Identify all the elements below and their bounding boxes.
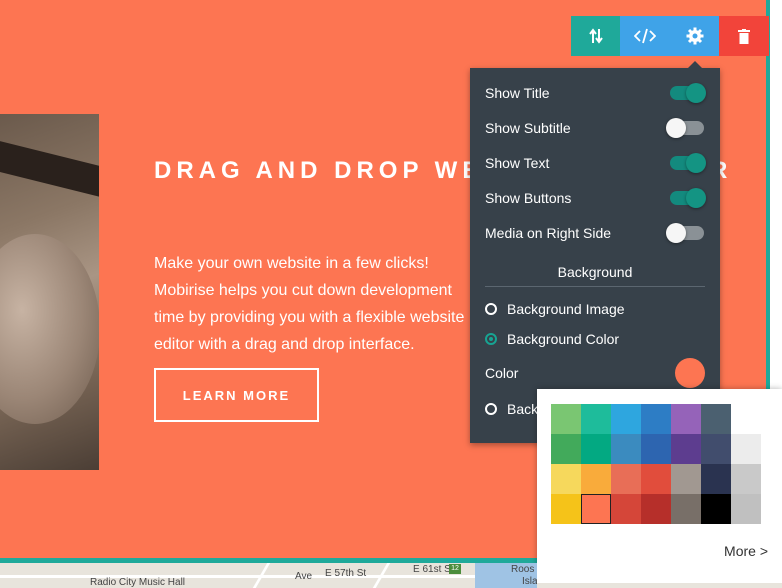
radio-label: Background Color [507, 331, 620, 347]
color-swatch[interactable] [671, 494, 701, 524]
background-heading: Background [485, 264, 705, 287]
toggle-label: Media on Right Side [485, 225, 612, 241]
map-label: Radio City Music Hall [90, 577, 186, 588]
map-label: E 57th St [325, 568, 367, 579]
toggle-label: Show Title [485, 85, 550, 101]
color-swatch[interactable] [671, 404, 701, 434]
color-grid [551, 404, 761, 524]
map-strip-right [537, 583, 782, 588]
toggle-row-media-right: Media on Right Side [485, 223, 705, 243]
media-right-toggle[interactable] [666, 223, 704, 243]
route-shield: 12 [449, 564, 461, 574]
toggle-label: Show Text [485, 155, 550, 171]
learn-more-button[interactable]: LEARN MORE [154, 368, 319, 422]
color-swatch[interactable] [641, 434, 671, 464]
toggle-label: Show Buttons [485, 190, 572, 206]
toggle-row-show-subtitle: Show Subtitle [485, 118, 705, 138]
color-swatch[interactable] [581, 494, 611, 524]
color-swatch[interactable] [701, 404, 731, 434]
more-colors-link[interactable]: More > [724, 543, 768, 559]
move-arrows-icon [588, 28, 603, 44]
color-label: Color [485, 365, 519, 381]
toggle-row-show-buttons: Show Buttons [485, 188, 706, 208]
color-swatch[interactable] [611, 404, 641, 434]
code-icon [634, 28, 656, 44]
color-swatch[interactable] [581, 404, 611, 434]
background-color-option[interactable]: Background Color [485, 329, 619, 349]
background-image-option[interactable]: Background Image [485, 299, 625, 319]
color-swatch[interactable] [611, 434, 641, 464]
delete-block-button[interactable] [719, 16, 769, 56]
color-swatch[interactable] [731, 464, 761, 494]
color-swatch[interactable] [641, 494, 671, 524]
color-swatch[interactable] [701, 434, 731, 464]
hero-photo [0, 114, 99, 470]
hero-text: Make your own website in a few clicks! M… [154, 255, 465, 353]
map-label: Roos [511, 564, 535, 575]
map-strip: Radio City Music Hall Ave E 57th St E 61… [0, 563, 537, 588]
edit-code-button[interactable] [620, 16, 670, 56]
color-swatch[interactable] [551, 404, 581, 434]
color-swatch[interactable] [641, 404, 671, 434]
current-color-swatch[interactable] [675, 358, 705, 388]
color-swatch[interactable] [731, 434, 761, 464]
color-palette-popup: More > [537, 389, 782, 588]
color-swatch[interactable] [551, 434, 581, 464]
trash-icon [738, 28, 750, 44]
move-block-button[interactable] [571, 16, 620, 56]
color-swatch[interactable] [581, 464, 611, 494]
block-settings-button[interactable] [670, 16, 719, 56]
toggle-row-show-title: Show Title [485, 83, 706, 103]
color-swatch[interactable] [731, 494, 761, 524]
color-swatch[interactable] [551, 494, 581, 524]
color-swatch[interactable] [551, 464, 581, 494]
color-swatch[interactable] [701, 464, 731, 494]
show-text-toggle[interactable] [670, 153, 706, 173]
background-color-radio[interactable] [485, 333, 497, 345]
block-settings-panel: Show Title Show Subtitle Show Text Show … [470, 61, 720, 443]
toggle-row-show-text: Show Text [485, 153, 706, 173]
toggle-label: Show Subtitle [485, 120, 571, 136]
color-swatch[interactable] [731, 404, 761, 434]
color-swatch[interactable] [671, 464, 701, 494]
gear-icon [686, 27, 703, 45]
color-swatch[interactable] [701, 494, 731, 524]
block-toolbar [571, 16, 769, 56]
show-subtitle-toggle[interactable] [666, 118, 704, 138]
show-title-toggle[interactable] [670, 83, 706, 103]
map-label: E 61st St [413, 564, 454, 575]
background-image-radio[interactable] [485, 303, 497, 315]
color-swatch[interactable] [611, 494, 641, 524]
map-label: Island [522, 576, 537, 587]
background-video-radio[interactable] [485, 403, 497, 415]
color-swatch[interactable] [641, 464, 671, 494]
map-label: Ave [295, 571, 313, 582]
color-row: Color [485, 358, 705, 388]
show-buttons-toggle[interactable] [670, 188, 706, 208]
color-swatch[interactable] [671, 434, 701, 464]
color-swatch[interactable] [581, 434, 611, 464]
color-swatch[interactable] [611, 464, 641, 494]
radio-label: Background Image [507, 301, 625, 317]
